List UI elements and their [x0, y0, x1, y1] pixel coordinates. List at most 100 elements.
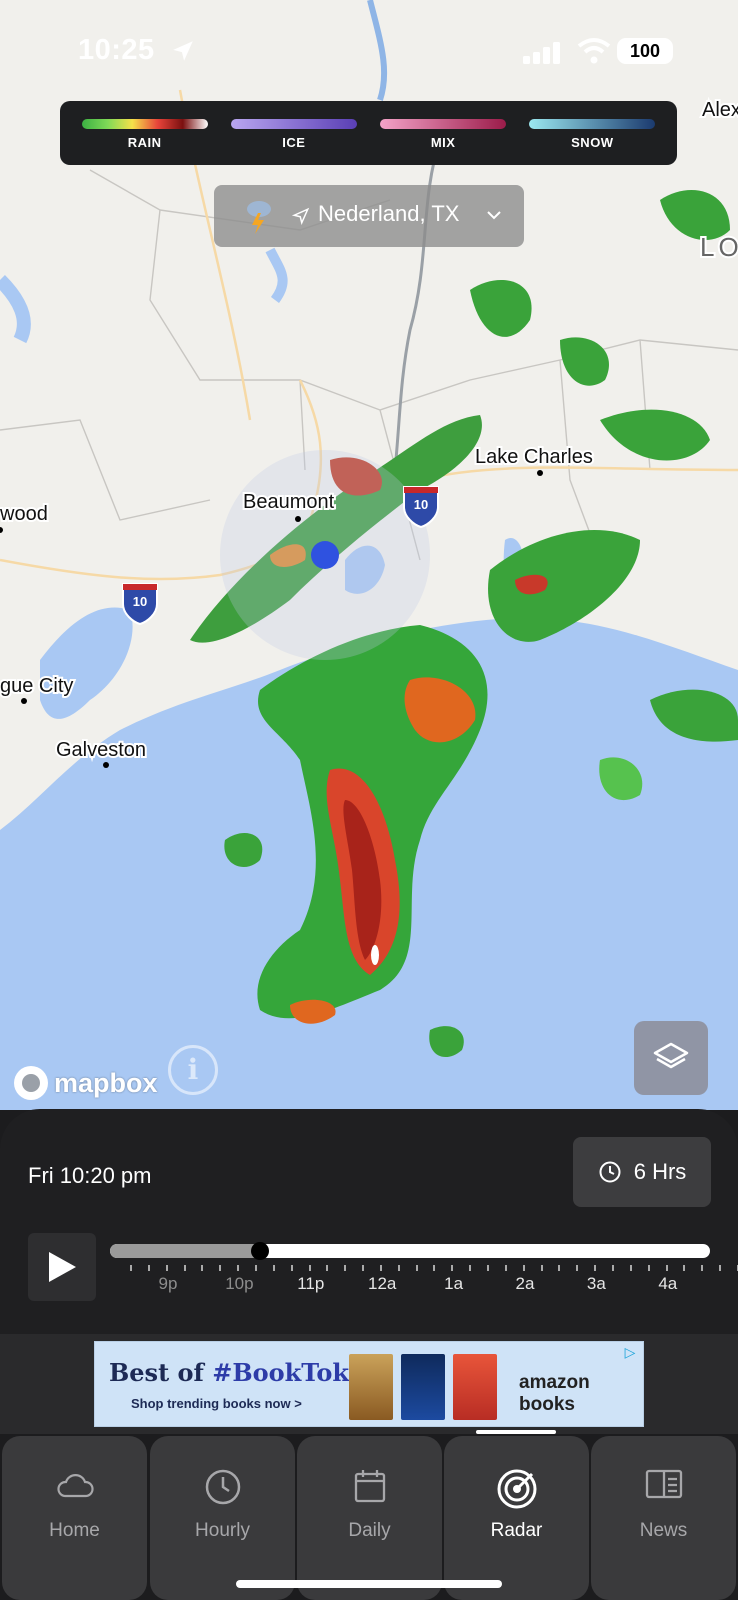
legend-rain: RAIN: [81, 119, 208, 165]
timeline-tick: [165, 1265, 168, 1271]
timeline-tick: [344, 1265, 347, 1271]
chevron-down-icon: [487, 211, 501, 220]
time-range-button[interactable]: 6 Hrs: [573, 1137, 711, 1207]
tab-label: Home: [49, 1520, 100, 1541]
location-name: Nederland, TX: [318, 201, 460, 226]
legend-ice: ICE: [230, 119, 357, 165]
status-time: 10:25: [78, 34, 155, 66]
timeline-hour-label: 1a: [444, 1274, 464, 1293]
timeline-tick: [254, 1265, 257, 1271]
timeline-scrubber[interactable]: [251, 1242, 269, 1260]
tab-radar[interactable]: Radar: [444, 1430, 589, 1600]
clock-icon: [599, 1161, 621, 1183]
tab-label: Radar: [490, 1520, 543, 1541]
home-indicator[interactable]: [236, 1580, 502, 1588]
tab-label: Hourly: [195, 1520, 250, 1541]
play-button[interactable]: [28, 1233, 96, 1301]
book-cover-image: [401, 1354, 445, 1420]
timeline-tick: [362, 1265, 365, 1271]
wifi-icon: [577, 38, 611, 64]
timeline-tick: [647, 1265, 650, 1271]
timeline-tick: [237, 1265, 240, 1271]
timeline-tick: [201, 1265, 204, 1271]
ad-headline: Best of #BookTok: [109, 1358, 349, 1387]
banner-ad[interactable]: Best of #BookTok Shop trending books now…: [94, 1341, 644, 1427]
info-icon[interactable]: i: [168, 1045, 218, 1095]
navigation-arrow-icon: [292, 207, 310, 225]
timeline-tick: [683, 1265, 686, 1271]
battery-indicator: 100: [617, 38, 673, 64]
timeline-tick: [433, 1265, 436, 1271]
timeline-hour-labels: 9p 10p 11p 12a 1a 2a 3a 4a: [110, 1274, 710, 1298]
state-label: LO: [700, 232, 738, 262]
radar-map[interactable]: Beaumont Lake Charles Galveston gue City…: [0, 0, 738, 1110]
status-bar: 10:25 100: [0, 30, 738, 70]
timeline-panel: Fri 10:20 pm 6 Hrs 9p 10p 11p 12a 1a 2a 3a 4a: [0, 1109, 738, 1334]
city-label: wood: [0, 503, 48, 525]
timeline-tick: [397, 1265, 400, 1271]
layers-button[interactable]: [634, 1021, 708, 1095]
mapbox-logo-icon: [14, 1066, 48, 1100]
timeline-tick: [451, 1265, 454, 1271]
city-label: Galveston: [56, 739, 146, 761]
timeline-tick: [611, 1265, 614, 1271]
timeline-tick: [504, 1265, 507, 1271]
timeline-tick: [665, 1265, 668, 1271]
timeline-tick: [147, 1265, 150, 1271]
calendar-icon: [354, 1470, 385, 1503]
timeline-hour-label: 11p: [297, 1274, 325, 1293]
timeline-tick: [326, 1265, 329, 1271]
timeline-tick: [272, 1265, 275, 1271]
book-cover-image: [453, 1354, 497, 1420]
radar-icon: [497, 1469, 536, 1509]
legend-snow-bar: [529, 119, 656, 129]
news-icon: [645, 1469, 682, 1499]
legend-rain-bar: [81, 119, 208, 129]
precipitation-legend: RAIN ICE MIX SNOW: [60, 101, 677, 165]
timeline-tick: [487, 1265, 489, 1271]
radar-screen: Beaumont Lake Charles Galveston gue City…: [0, 0, 738, 1600]
timeline-hour-label: 4a: [658, 1274, 678, 1293]
timeline-tick: [219, 1265, 222, 1271]
city-label: gue City: [0, 675, 73, 697]
mapbox-attribution[interactable]: mapbox: [14, 1066, 158, 1100]
tab-home[interactable]: Home: [2, 1436, 147, 1600]
adchoices-icon[interactable]: ▷: [619, 1344, 641, 1362]
timeline-tick: [594, 1265, 597, 1271]
timeline-slider[interactable]: [110, 1244, 710, 1258]
timeline-tick: [183, 1265, 186, 1271]
tab-label: Daily: [348, 1520, 391, 1541]
tab-daily[interactable]: Daily: [297, 1436, 442, 1600]
timeline-tick: [540, 1265, 543, 1271]
legend-snow: SNOW: [529, 119, 656, 165]
tab-hourly[interactable]: Hourly: [150, 1436, 295, 1600]
timeline-hour-label: 9p: [158, 1274, 178, 1293]
mapbox-text: mapbox: [54, 1067, 158, 1098]
tab-news[interactable]: News: [591, 1436, 736, 1600]
timeline-tick: [290, 1265, 293, 1271]
city-label: Lake Charles: [475, 446, 593, 468]
legend-mix-bar: [380, 119, 507, 129]
ad-headline-prefix: Best of: [109, 1358, 213, 1387]
legend-label: RAIN: [127, 135, 162, 150]
ad-brand: amazon books: [519, 1372, 590, 1415]
svg-text:10: 10: [414, 497, 428, 512]
timeline-tick: [558, 1265, 561, 1271]
frame-datetime: Fri 10:20 pm: [28, 1163, 152, 1188]
timeline-tick: [522, 1265, 525, 1271]
timeline-tick: [308, 1265, 311, 1271]
timeline-tick: [130, 1265, 132, 1271]
location-selector[interactable]: Nederland, TX: [214, 185, 524, 247]
cellular-signal-icon: [523, 42, 560, 64]
book-cover-image: [349, 1354, 393, 1420]
timeline-tick: [701, 1265, 704, 1271]
ad-headline-tag: #BookTok: [212, 1358, 349, 1387]
legend-mix: MIX: [380, 119, 507, 165]
timeline-hour-label: 12a: [368, 1274, 397, 1293]
tab-bar: Home Hourly Daily Radar News: [0, 1430, 738, 1600]
timeline-tick: [469, 1265, 472, 1271]
city-label: Alex: [702, 99, 738, 121]
timeline-tick: [576, 1265, 579, 1271]
storm-bolt-icon: [247, 201, 271, 234]
timeline-hour-label: 3a: [586, 1274, 606, 1293]
